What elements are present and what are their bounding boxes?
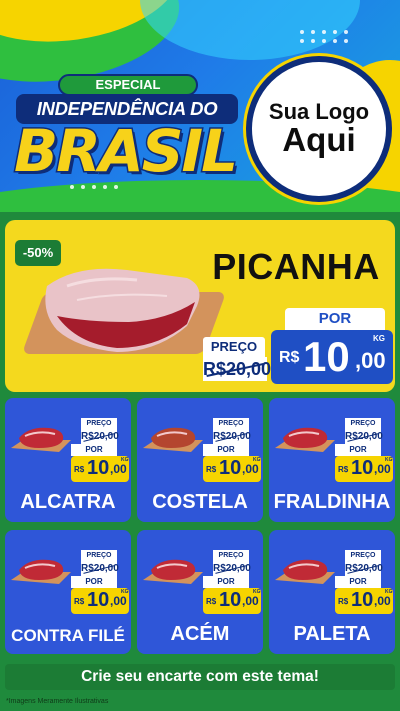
product-card: PREÇO R$20,00 POR R$ 10 ,00 KG PALETA [269, 530, 395, 654]
ribs-icon [143, 427, 203, 452]
product-name: FRALDINHA [273, 491, 391, 513]
product-name: PALETA [293, 623, 371, 645]
decorative-dots [300, 30, 350, 43]
cta-banner[interactable]: Crie seu encarte com este tema! [5, 664, 395, 690]
price-integer: 10 [351, 457, 374, 479]
product-name: ACÉM [170, 623, 230, 645]
price-decimal: ,00 [110, 462, 127, 476]
price-decimal: ,00 [374, 462, 391, 476]
old-price: R$20,00 [213, 430, 251, 444]
price-integer: 10 [351, 589, 374, 611]
featured-product-name: PICANHA [212, 246, 380, 287]
price-unit: KG [253, 457, 261, 463]
new-price-label: POR [71, 576, 117, 588]
price-unit: KG [121, 457, 129, 463]
old-price-label: PREÇO [203, 337, 265, 357]
picanha-meat-image [45, 268, 200, 352]
price-unit: KG [385, 589, 393, 595]
new-price-tag: R$ 10 ,00 KG [71, 456, 129, 482]
new-price-label: POR [285, 308, 385, 330]
old-price-label: PREÇO [345, 418, 381, 430]
old-price: R$20,00 [81, 562, 119, 576]
logo-placeholder: Sua Logo Aqui [246, 56, 392, 202]
price-unit: KG [385, 457, 393, 463]
old-price: R$20,00 [213, 562, 251, 576]
old-price: R$20,00 [81, 430, 119, 444]
new-price-label: POR [335, 444, 381, 456]
price-integer: 10 [303, 333, 350, 380]
price-unit: KG [373, 334, 385, 343]
price-unit: KG [253, 589, 261, 595]
new-price-tag: R$ 10 ,00 KG [203, 456, 261, 482]
steak-icon [11, 559, 71, 584]
currency: R$ [206, 597, 217, 606]
product-name: COSTELA [152, 491, 248, 513]
old-price: R$20,00 [345, 562, 383, 576]
new-price-tag: R$ 10 ,00 KG [335, 456, 393, 482]
new-price-tag: R$ 10 ,00 KG [71, 588, 129, 614]
old-price-label: PREÇO [81, 418, 117, 430]
product-name: ALCATRA [20, 491, 116, 513]
old-price-label: PREÇO [345, 550, 381, 562]
price-integer: 10 [87, 589, 110, 611]
new-price-label: POR [203, 576, 249, 588]
product-card: PREÇO R$20,00 POR R$ 10 ,00 KG ALCATRA [5, 398, 131, 522]
price-integer: 10 [87, 457, 110, 479]
price-decimal: ,00 [374, 594, 391, 608]
old-price-label: PREÇO [213, 418, 249, 430]
product-card: PREÇO R$20,00 POR R$ 10 ,00 KG FRALDINHA [269, 398, 395, 522]
product-card: PREÇO R$20,00 POR R$ 10 ,00 KG ACÉM [137, 530, 263, 654]
price-decimal: ,00 [242, 594, 259, 608]
currency: R$ [279, 349, 300, 366]
new-price-label: POR [335, 576, 381, 588]
old-price: R$20,00 [203, 357, 271, 381]
steak-icon [143, 559, 203, 584]
disclaimer-text: *Imagens Meramente Ilustrativas [6, 698, 109, 705]
old-price-label: PREÇO [81, 550, 117, 562]
logo-text-line2: Aqui [282, 121, 356, 159]
price-unit: KG [121, 589, 129, 595]
title-line-brasil: BRASIL [12, 117, 239, 186]
new-price-tag: R$ 10 ,00 KG [271, 330, 393, 384]
currency: R$ [74, 465, 85, 474]
currency: R$ [338, 465, 349, 474]
price-decimal: ,00 [110, 594, 127, 608]
new-price-tag: R$ 10 ,00 KG [335, 588, 393, 614]
especial-badge: ESPECIAL [58, 74, 198, 96]
discount-badge: -50% [15, 240, 61, 266]
new-price-label: POR [71, 444, 117, 456]
featured-product-card: -50% PICANHA PREÇO R$20,00 POR R$ 10 ,00… [5, 220, 395, 392]
steak-icon [275, 559, 335, 584]
currency: R$ [74, 597, 85, 606]
currency: R$ [206, 465, 217, 474]
old-price: R$20,00 [345, 430, 383, 444]
price-integer: 10 [219, 589, 242, 611]
logo-text-line1: Sua Logo [268, 99, 370, 125]
product-card: PREÇO R$20,00 POR R$ 10 ,00 KG COSTELA [137, 398, 263, 522]
decorative-dots [70, 185, 120, 189]
old-price-label: PREÇO [213, 550, 249, 562]
price-decimal: ,00 [242, 462, 259, 476]
steak-icon [11, 427, 71, 452]
product-name: CONTRA FILÉ [11, 626, 125, 645]
new-price-label: POR [203, 444, 249, 456]
price-decimal: ,00 [355, 348, 386, 373]
header-banner: ESPECIAL INDEPENDÊNCIA DO BRASIL Sua Log… [0, 0, 400, 212]
new-price-tag: R$ 10 ,00 KG [203, 588, 261, 614]
steak-icon [275, 427, 335, 452]
currency: R$ [338, 597, 349, 606]
price-integer: 10 [219, 457, 242, 479]
product-card: PREÇO R$20,00 POR R$ 10 ,00 KG CONTRA FI… [5, 530, 131, 654]
